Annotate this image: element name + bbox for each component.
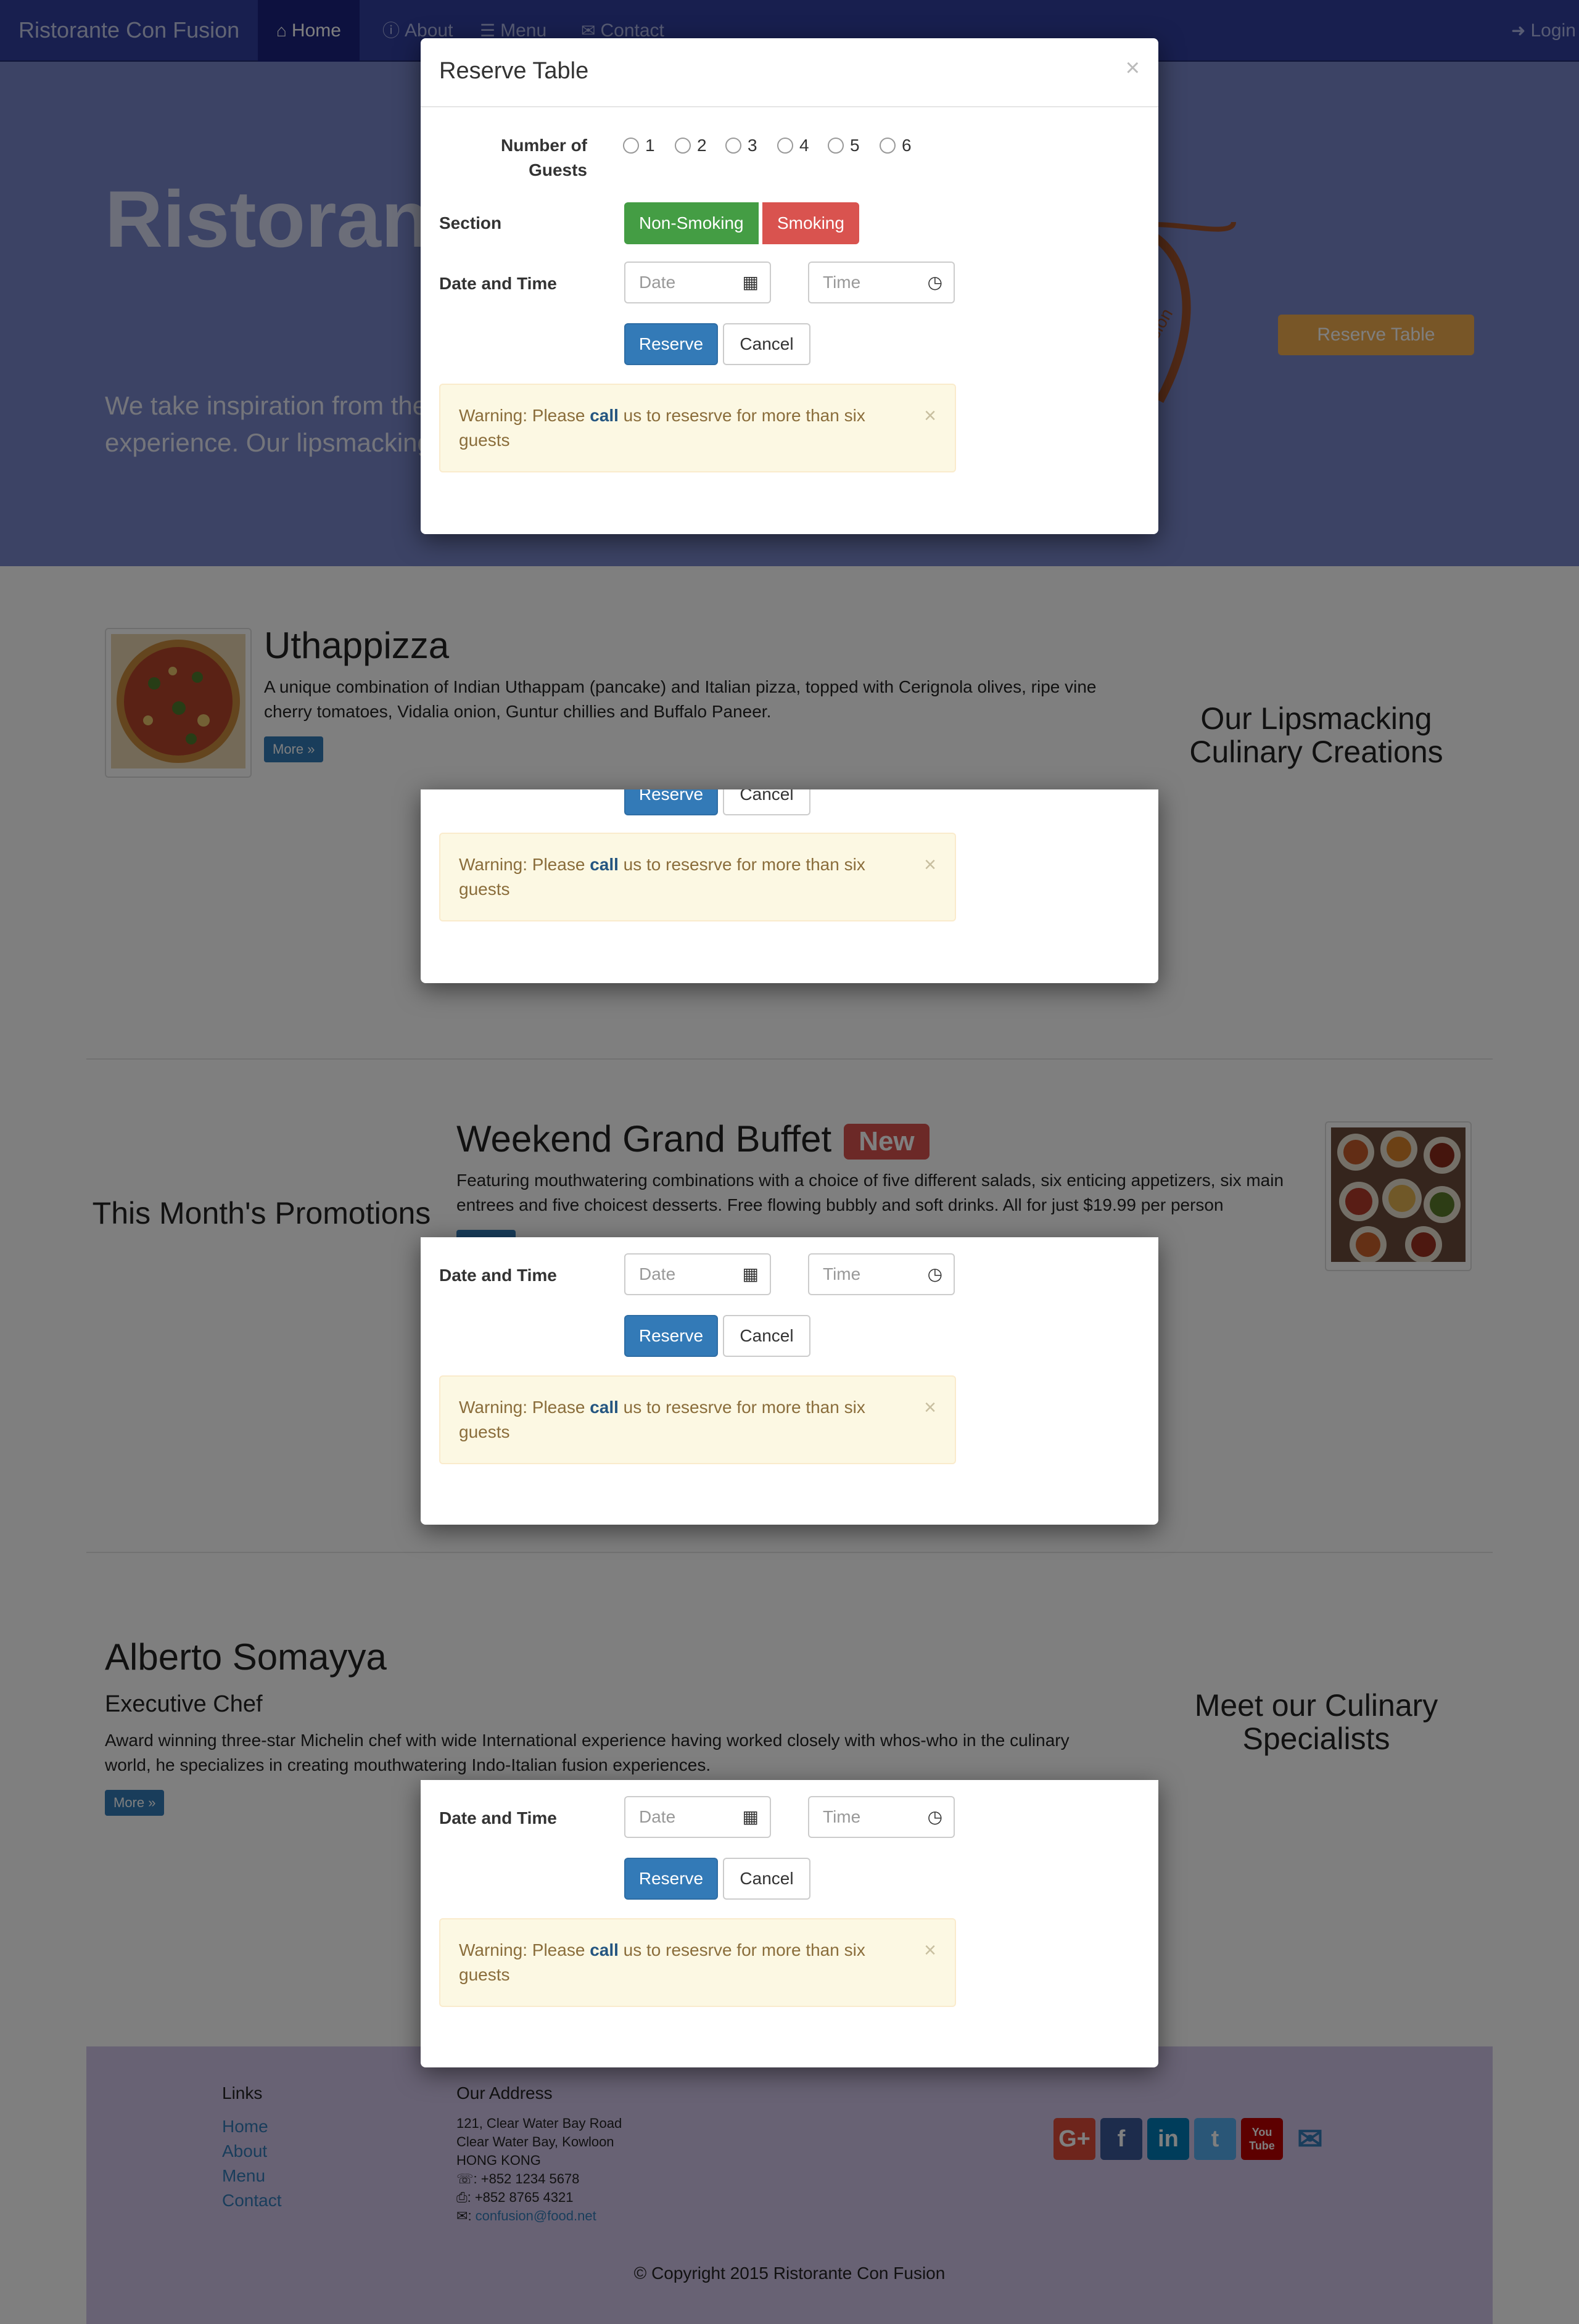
time-input[interactable]: Time ◷ [808,1796,955,1838]
alert-close-button[interactable]: × [924,403,936,428]
warning-alert: Warning: Please call us to resesrve for … [439,384,956,472]
modal-header: Reserve Table × [421,38,1158,107]
alert-close-button[interactable]: × [924,1938,936,1963]
guests-radio-1[interactable]: 1 [623,136,655,155]
radio-circle [777,138,793,154]
alert-close-button[interactable]: × [924,1395,936,1420]
call-link[interactable]: call [590,855,619,874]
call-link[interactable]: call [590,1398,619,1417]
clock-icon: ◷ [927,1807,942,1826]
smoking-button[interactable]: Smoking [762,202,859,244]
datetime-label: Date and Time [439,1266,557,1285]
section-label: Section [439,213,502,233]
datetime-label: Date and Time [439,1808,557,1827]
time-input[interactable]: Time ◷ [808,262,955,303]
clock-icon: ◷ [927,1264,942,1284]
non-smoking-button[interactable]: Non-Smoking [624,202,759,244]
modal-title: Reserve Table [439,58,589,84]
guests-radio-5[interactable]: 5 [828,136,860,155]
guests-radio-3[interactable]: 3 [725,136,757,155]
modal-close-button[interactable]: × [1126,54,1140,82]
date-input[interactable]: Date ▦ [624,1253,771,1295]
calendar-icon: ▦ [742,1264,759,1284]
time-input[interactable]: Time ◷ [808,1253,955,1295]
warning-alert: Warning: Please call us to resesrve for … [439,1375,956,1464]
warning-alert: Warning: Please call us to resesrve for … [439,833,956,921]
datetime-label: Date and Time [439,274,557,293]
cancel-button[interactable]: Cancel [723,1315,810,1357]
reserve-button[interactable]: Reserve [624,1315,718,1357]
radio-circle [828,138,844,154]
guests-radio-4[interactable]: 4 [777,136,809,155]
modal-fragment: Date and Time Date ▦ Time ◷ Reserve Cancel… [421,1780,1158,2067]
cancel-button[interactable]: Cancel [723,789,810,815]
reserve-button[interactable]: Reserve [624,1858,718,1900]
warning-alert: Warning: Please call us to resesrve for … [439,1918,956,2007]
calendar-icon: ▦ [742,273,759,292]
call-link[interactable]: call [590,1940,619,1959]
radio-circle [880,138,896,154]
reserve-button[interactable]: Reserve [624,323,718,365]
radio-circle [725,138,741,154]
call-link[interactable]: call [590,406,619,425]
cancel-button[interactable]: Cancel [723,1858,810,1900]
date-input[interactable]: Date ▦ [624,262,771,303]
alert-close-button[interactable]: × [924,852,936,877]
modal-fragment: Date and Time Date ▦ Time ◷ Reserve Cancel… [421,1237,1158,1525]
radio-circle [675,138,691,154]
calendar-icon: ▦ [742,1807,759,1826]
reserve-table-modal: Reserve Table × Number of Guests 1 2 3 4… [421,38,1158,534]
guests-radio-2[interactable]: 2 [675,136,707,155]
clock-icon: ◷ [927,273,942,292]
guests-label: Number of Guests [501,136,587,179]
cancel-button[interactable]: Cancel [723,323,810,365]
guests-radio-6[interactable]: 6 [880,136,912,155]
modal-fragment: Reserve Cancel Warning: Please call us t… [421,789,1158,983]
reserve-button[interactable]: Reserve [624,789,718,815]
radio-circle [623,138,639,154]
date-input[interactable]: Date ▦ [624,1796,771,1838]
